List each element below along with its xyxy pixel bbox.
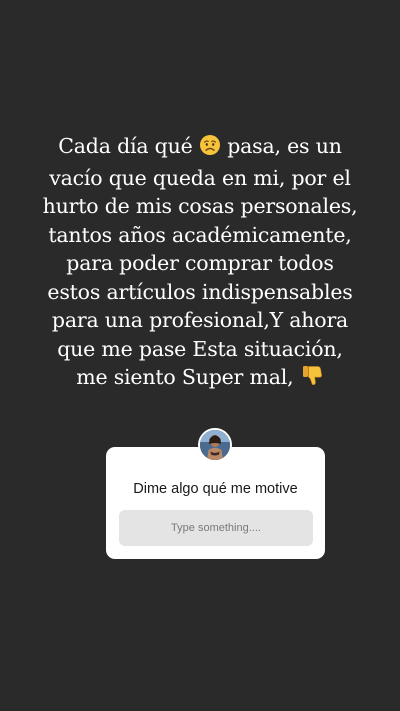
story-line-6: estos artículos indispensables [47,279,353,304]
story-line-2: vacío que queda en mi, por el [49,165,351,190]
thumbs-down-icon [300,363,324,395]
story-line-9-text: me siento Super mal, [76,365,294,389]
story-line-4: tantos años académicamente, [48,222,352,247]
story-line-1: Cada día qué pasa, es un [20,132,380,164]
question-prompt: Dime algo qué me motive [133,481,298,497]
answer-input[interactable]: Type something.... [119,510,313,546]
story-line-1-text-a: Cada día qué [58,134,193,158]
story-line-1-text-b: pasa, es un [227,134,342,158]
worried-face-icon [199,134,221,164]
question-sticker: Dime algo qué me motive Type something..… [106,447,325,559]
story-line-9: me siento Super mal, [20,363,380,395]
story-line-3: hurto de mis cosas personales, [42,194,358,218]
story-line-8: que me pase Esta situación, [57,336,343,361]
avatar [198,428,232,462]
story-line-7: para una profesional,Y ahora [51,308,349,332]
story-line-5: para poder comprar todos [66,251,334,275]
story-text: Cada día qué pasa, es un vacío que queda… [20,132,380,395]
